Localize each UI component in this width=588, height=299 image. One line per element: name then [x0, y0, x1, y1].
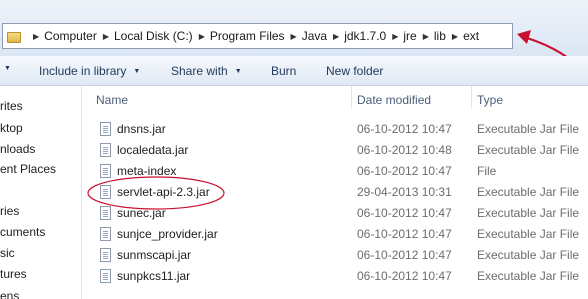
- breadcrumb-local-disk[interactable]: Local Disk (C:): [114, 29, 193, 43]
- address-bar[interactable]: ▶ Computer ▶ Local Disk (C:) ▶ Program F…: [2, 23, 513, 49]
- file-date: 06-10-2012 10:48: [357, 143, 452, 157]
- file-type: Executable Jar File: [477, 269, 580, 283]
- folder-icon: [7, 31, 21, 43]
- file-type: Executable Jar File: [477, 248, 580, 262]
- breadcrumb-java[interactable]: Java: [302, 29, 327, 43]
- address-bar-region: ▶ Computer ▶ Local Disk (C:) ▶ Program F…: [0, 0, 588, 76]
- organize-caret-icon[interactable]: ▼: [4, 65, 11, 72]
- breadcrumb-jdk[interactable]: jdk1.7.0: [344, 29, 386, 43]
- annotation-ellipse-icon: [87, 176, 225, 210]
- breadcrumb-arrow-icon[interactable]: ▶: [392, 32, 398, 41]
- file-date: 29-04-2013 10:31: [357, 185, 452, 199]
- breadcrumb-arrow-icon[interactable]: ▶: [333, 32, 339, 41]
- file-row[interactable]: localedata.jar 06-10-2012 10:48 Executab…: [83, 140, 588, 161]
- share-with-button[interactable]: Share with ▼: [171, 64, 242, 78]
- breadcrumb-lib[interactable]: lib: [434, 29, 446, 43]
- breadcrumb-ext[interactable]: ext: [463, 29, 479, 43]
- file-name: sunmscapi.jar: [117, 248, 192, 262]
- breadcrumb-arrow-icon[interactable]: ▶: [103, 32, 109, 41]
- burn-button[interactable]: Burn: [271, 64, 296, 78]
- chevron-down-icon: ▼: [234, 67, 242, 75]
- nav-item-desktop[interactable]: ktop: [0, 121, 23, 135]
- file-row[interactable]: sunpkcs11.jar 06-10-2012 10:47 Executabl…: [83, 266, 588, 287]
- file-name: sunjce_provider.jar: [117, 227, 218, 241]
- nav-item-downloads[interactable]: nloads: [0, 142, 35, 156]
- include-in-library-label: Include in library: [39, 64, 127, 78]
- file-icon: [100, 122, 111, 136]
- burn-label: Burn: [271, 64, 297, 78]
- column-divider[interactable]: [351, 86, 352, 108]
- breadcrumb-arrow-icon[interactable]: ▶: [33, 32, 39, 41]
- chevron-down-icon: ▼: [133, 67, 141, 75]
- breadcrumb-arrow-icon[interactable]: ▶: [199, 32, 205, 41]
- breadcrumb-program-files[interactable]: Program Files: [210, 29, 285, 43]
- column-header-name[interactable]: Name: [96, 93, 128, 107]
- nav-item-music[interactable]: sic: [0, 246, 15, 260]
- file-name: sunpkcs11.jar: [117, 269, 191, 283]
- breadcrumb-computer[interactable]: Computer: [44, 29, 97, 43]
- file-type: File: [477, 164, 497, 178]
- share-with-label: Share with: [171, 64, 228, 78]
- file-type: Executable Jar File: [477, 206, 580, 220]
- file-row[interactable]: sunmscapi.jar 06-10-2012 10:47 Executabl…: [83, 245, 588, 266]
- column-header-date-modified[interactable]: Date modified: [357, 93, 431, 107]
- file-row[interactable]: sunjce_provider.jar 06-10-2012 10:47 Exe…: [83, 224, 588, 245]
- new-folder-button[interactable]: New folder: [326, 64, 383, 78]
- file-row[interactable]: dnsns.jar 06-10-2012 10:47 Executable Ja…: [83, 119, 588, 140]
- file-date: 06-10-2012 10:47: [357, 227, 452, 241]
- file-date: 06-10-2012 10:47: [357, 248, 452, 262]
- file-type: Executable Jar File: [477, 122, 580, 136]
- nav-item-libraries[interactable]: ries: [0, 204, 19, 218]
- file-date: 06-10-2012 10:47: [357, 269, 452, 283]
- file-type: Executable Jar File: [477, 227, 580, 241]
- include-in-library-button[interactable]: Include in library ▼: [39, 64, 140, 78]
- file-icon: [100, 248, 111, 262]
- nav-item-recent-places[interactable]: ent Places: [0, 162, 56, 176]
- column-header-type[interactable]: Type: [477, 93, 503, 107]
- file-icon: [100, 227, 111, 241]
- breadcrumb-arrow-icon[interactable]: ▶: [291, 32, 297, 41]
- breadcrumb-arrow-icon[interactable]: ▶: [452, 32, 458, 41]
- file-icon: [100, 143, 111, 157]
- file-date: 06-10-2012 10:47: [357, 206, 452, 220]
- file-date: 06-10-2012 10:47: [357, 164, 452, 178]
- nav-item-documents[interactable]: cuments: [0, 225, 45, 239]
- file-name: dnsns.jar: [117, 122, 166, 136]
- nav-item-pictures[interactable]: tures: [0, 267, 27, 281]
- file-name: localedata.jar: [117, 143, 189, 157]
- file-date: 06-10-2012 10:47: [357, 122, 452, 136]
- file-icon: [100, 269, 111, 283]
- command-toolbar: ▼ Include in library ▼ Share with ▼ Burn…: [0, 56, 588, 86]
- new-folder-label: New folder: [326, 64, 384, 78]
- file-type: Executable Jar File: [477, 185, 580, 199]
- nav-item-favorites[interactable]: rites: [0, 99, 23, 113]
- breadcrumb-jre[interactable]: jre: [403, 29, 416, 43]
- nav-item-videos[interactable]: ens: [0, 289, 19, 299]
- file-type: Executable Jar File: [477, 143, 580, 157]
- navigation-pane: rites ktop nloads ent Places ries cument…: [0, 86, 82, 299]
- breadcrumb-arrow-icon[interactable]: ▶: [423, 32, 429, 41]
- column-divider[interactable]: [471, 86, 472, 108]
